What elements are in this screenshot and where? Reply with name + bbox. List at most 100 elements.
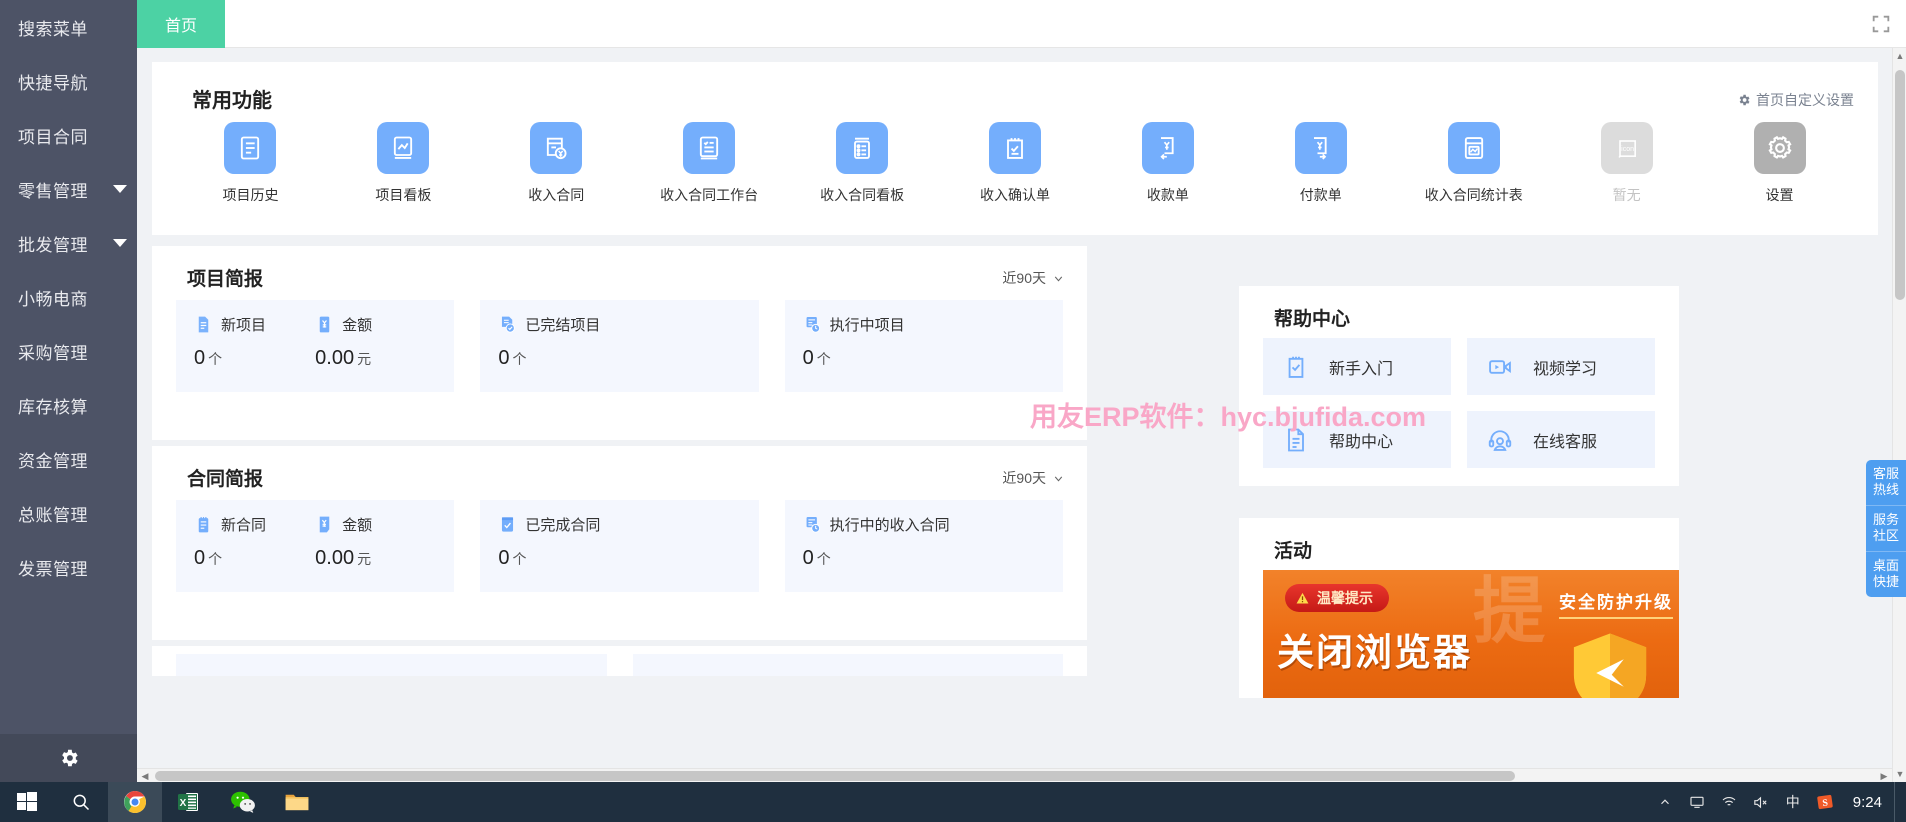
sidebar-item-10[interactable]: 发票管理 bbox=[0, 540, 137, 594]
stat-label: 执行中项目 bbox=[829, 317, 905, 334]
stat-label: 已完成合同 bbox=[525, 517, 601, 534]
stat-label: 执行中的收入合同 bbox=[829, 517, 950, 534]
quick-fn-income-confirm[interactable]: 收入确认单 bbox=[939, 122, 1092, 205]
quick-fn-empty-slot[interactable]: icon 暂无 bbox=[1550, 122, 1703, 205]
quick-fn-income-contract-board[interactable]: 收入合同看板 bbox=[786, 122, 939, 205]
stat-group-new-project[interactable]: 新项目 0个 金额 0.00 元 bbox=[176, 300, 455, 392]
horizontal-scroll-thumb[interactable] bbox=[155, 771, 1515, 781]
sidebar-item-8[interactable]: 资金管理 bbox=[0, 432, 137, 486]
help-item-help-center[interactable]: 帮助中心 bbox=[1263, 411, 1451, 468]
scroll-down-arrow[interactable]: ▼ bbox=[1893, 766, 1906, 782]
float-btn-hotline[interactable]: 客服 热线 bbox=[1866, 460, 1906, 506]
sidebar-item-label: 快捷导航 bbox=[18, 73, 88, 93]
excel-button[interactable]: X bbox=[162, 782, 216, 822]
sidebar-item-4[interactable]: 批发管理 bbox=[0, 216, 137, 270]
quick-fn-project-history[interactable]: 项目历史 bbox=[174, 122, 327, 205]
help-center-grid: 新手入门 视频学习 帮助中心 在线客服 bbox=[1263, 338, 1655, 468]
quick-fn-income-contract-workbench[interactable]: 收入合同工作台 bbox=[633, 122, 786, 205]
sidebar-item-6[interactable]: 采购管理 bbox=[0, 324, 137, 378]
float-btn-desktop-shortcut[interactable]: 桌面 快捷 bbox=[1866, 552, 1906, 597]
sidebar-item-3[interactable]: 零售管理 bbox=[0, 162, 137, 216]
quick-fn-project-board[interactable]: 项目看板 bbox=[327, 122, 480, 205]
tray-ime-chinese-icon[interactable]: 中 bbox=[1777, 782, 1809, 822]
stat-unit: 个 bbox=[512, 551, 527, 567]
sidebar-item-label: 资金管理 bbox=[18, 451, 88, 471]
quick-fn-income-contract-stats[interactable]: 收入合同统计表 bbox=[1397, 122, 1550, 205]
taskbar-clock[interactable]: 9:24 bbox=[1841, 794, 1894, 811]
stat-group-new-contract[interactable]: 新合同 0个 金额 0.00 元 bbox=[176, 500, 455, 592]
receipt-yuan-icon bbox=[530, 122, 583, 174]
tray-monitor-icon[interactable] bbox=[1681, 782, 1713, 822]
float-btn-line1: 桌面 bbox=[1872, 558, 1899, 573]
stat-group-completed-project[interactable]: 已完结项目 0个 bbox=[480, 300, 759, 392]
sidebar-item-1[interactable]: 快捷导航 bbox=[0, 54, 137, 108]
yuan-out-icon bbox=[1294, 122, 1347, 174]
help-item-beginner[interactable]: 新手入门 bbox=[1263, 338, 1451, 395]
contract-brief-stats: 新合同 0个 金额 0.00 元 已完成合同 0 个 执行中的收入合同 0 个 bbox=[176, 500, 1063, 592]
explorer-button[interactable] bbox=[270, 782, 324, 822]
quick-fn-receipt[interactable]: 收款单 bbox=[1091, 122, 1244, 205]
sidebar-item-label: 小畅电商 bbox=[18, 289, 88, 309]
help-item-video[interactable]: 视频学习 bbox=[1467, 338, 1655, 395]
quick-fn-payment[interactable]: 付款单 bbox=[1244, 122, 1397, 205]
next-card-partial bbox=[152, 646, 1087, 676]
scroll-up-arrow[interactable]: ▲ bbox=[1893, 48, 1906, 64]
tray-sogou-icon[interactable]: S bbox=[1809, 782, 1841, 822]
quick-fn-income-contract[interactable]: 收入合同 bbox=[480, 122, 633, 205]
sidebar-item-5[interactable]: 小畅电商 bbox=[0, 270, 137, 324]
scroll-left-arrow[interactable]: ◀ bbox=[137, 769, 153, 783]
excel-icon: X bbox=[178, 793, 198, 811]
contract-brief-range-selector[interactable]: 近90天 bbox=[1002, 468, 1065, 488]
help-item-label: 帮助中心 bbox=[1329, 433, 1394, 451]
stat-group-finished-contract[interactable]: 已完成合同 0个 bbox=[480, 500, 759, 592]
search-button[interactable] bbox=[54, 782, 108, 822]
tray-volume-muted-icon[interactable] bbox=[1745, 782, 1777, 822]
sidebar-item-9[interactable]: 总账管理 bbox=[0, 486, 137, 540]
wechat-button[interactable] bbox=[216, 782, 270, 822]
sidebar-item-label: 采购管理 bbox=[18, 343, 88, 363]
stat-group-running-project[interactable]: 执行中项目 0个 bbox=[784, 300, 1063, 392]
stat-cell-completed-project: 已完结项目 0个 bbox=[498, 314, 740, 378]
start-button[interactable] bbox=[0, 782, 54, 822]
quick-fn-settings[interactable]: 设置 bbox=[1703, 122, 1856, 205]
chevron-down-icon bbox=[1054, 476, 1063, 481]
tray-hidden-icons-button[interactable] bbox=[1649, 782, 1681, 822]
fullscreen-icon[interactable] bbox=[1870, 13, 1892, 35]
activity-banner[interactable]: 提 温馨提示 安全防护升级 关闭浏览器 bbox=[1263, 570, 1679, 698]
help-item-label: 新手入门 bbox=[1329, 360, 1394, 378]
sidebar-item-2[interactable]: 项目合同 bbox=[0, 108, 137, 162]
vertical-scroll-thumb[interactable] bbox=[1895, 70, 1905, 300]
stat-label: 新项目 bbox=[221, 317, 267, 334]
help-item-online-service[interactable]: 在线客服 bbox=[1467, 411, 1655, 468]
stat-unit: 元 bbox=[357, 551, 372, 567]
scroll-right-arrow[interactable]: ▶ bbox=[1876, 769, 1892, 783]
video-icon bbox=[1483, 350, 1517, 384]
sidebar-item-label: 零售管理 bbox=[18, 181, 88, 201]
document-list-icon bbox=[224, 122, 277, 174]
stat-unit: 个 bbox=[208, 351, 223, 367]
vertical-scrollbar[interactable]: ▲ ▼ bbox=[1892, 48, 1906, 782]
tab-label: 首页 bbox=[165, 18, 198, 35]
stat-value: 0.00 bbox=[315, 547, 355, 569]
sidebar-item-label: 库存核算 bbox=[18, 397, 88, 417]
horizontal-scrollbar[interactable]: ◀ ▶ bbox=[137, 768, 1892, 782]
stat-cell-new-contract: 新合同 0个 bbox=[194, 514, 315, 578]
sidebar-item-7[interactable]: 库存核算 bbox=[0, 378, 137, 432]
svg-text:icon: icon bbox=[1621, 146, 1634, 153]
quick-fn-label: 项目历史 bbox=[222, 187, 279, 203]
contract-brief-range-label: 近90天 bbox=[1002, 470, 1046, 486]
chrome-button[interactable] bbox=[108, 782, 162, 822]
doc-lines-icon bbox=[1279, 423, 1313, 457]
float-btn-community[interactable]: 服务 社区 bbox=[1866, 506, 1906, 552]
tab-home[interactable]: 首页 bbox=[137, 0, 226, 48]
sidebar-item-0[interactable]: 搜索菜单 bbox=[0, 0, 137, 54]
project-brief-range-selector[interactable]: 近90天 bbox=[1002, 268, 1065, 288]
stat-group-running-contract[interactable]: 执行中的收入合同 0个 bbox=[784, 500, 1063, 592]
sidebar-item-label: 总账管理 bbox=[18, 505, 88, 525]
top-tab-bar: 首页 bbox=[137, 0, 1906, 48]
tray-network-icon[interactable] bbox=[1713, 782, 1745, 822]
home-custom-setting-button[interactable]: 首页自定义设置 bbox=[1737, 90, 1854, 110]
sidebar-settings-button[interactable] bbox=[0, 734, 137, 782]
sidebar-item-label: 搜索菜单 bbox=[18, 19, 88, 39]
show-desktop-button[interactable] bbox=[1894, 782, 1906, 822]
